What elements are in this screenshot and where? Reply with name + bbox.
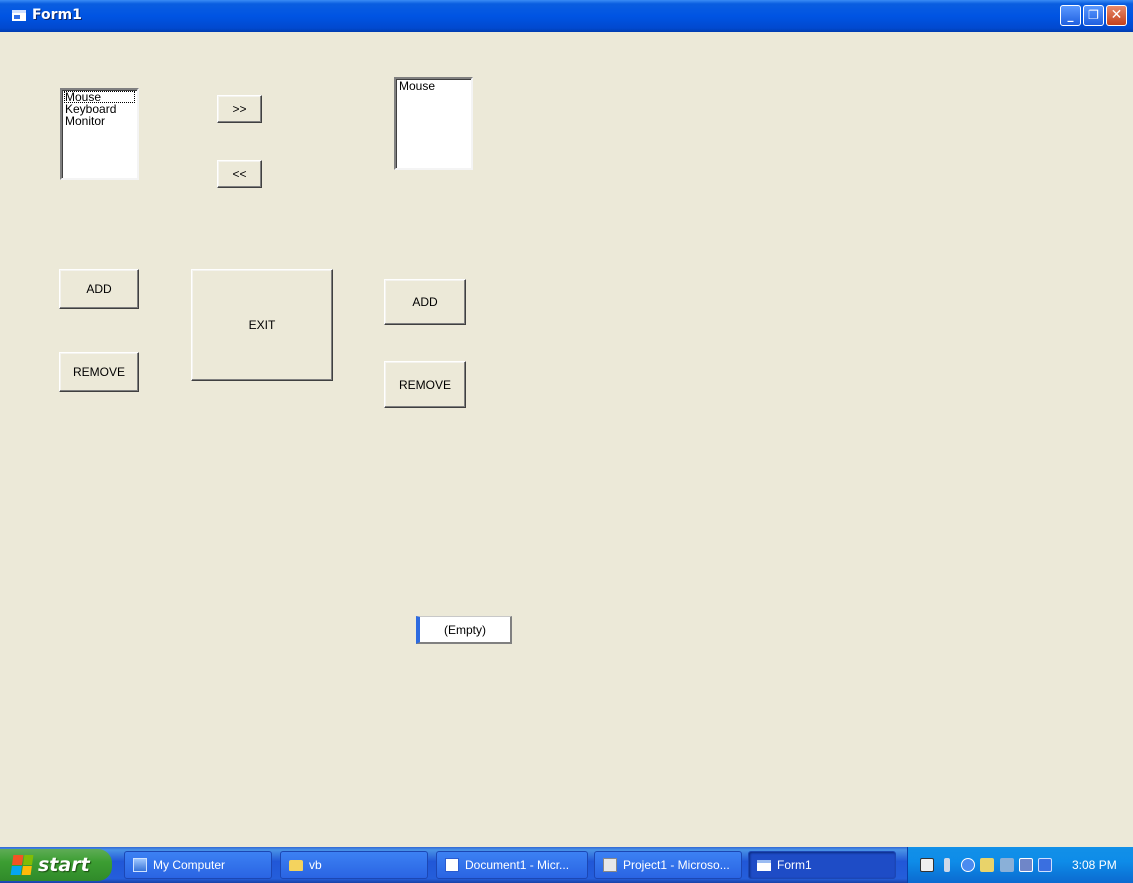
list-item[interactable]: Monitor (64, 115, 135, 127)
taskbar-item-label: vb (309, 858, 322, 872)
show-hidden-icons-icon[interactable] (961, 858, 975, 872)
network-icon[interactable] (980, 858, 994, 872)
exit-button[interactable]: EXIT (191, 269, 333, 381)
form-client-area: Mouse Keyboard Monitor >> << Mouse ADD R… (8, 32, 1133, 847)
form-icon (757, 859, 771, 871)
taskbar-item-label: Project1 - Microso... (623, 858, 730, 872)
taskbar-item-label: Form1 (777, 858, 812, 872)
minimize-button[interactable]: _ (1060, 5, 1081, 26)
close-icon: ✕ (1110, 7, 1123, 23)
restore-icon: ❐ (1088, 8, 1099, 22)
language-bar-icon[interactable] (944, 858, 950, 872)
right-listbox[interactable]: Mouse (394, 77, 473, 170)
taskbar-item-document1[interactable]: Document1 - Micr... (436, 851, 588, 879)
taskbar-item-label: Document1 - Micr... (465, 858, 570, 872)
left-listbox[interactable]: Mouse Keyboard Monitor (60, 88, 139, 180)
help-icon[interactable] (920, 858, 934, 872)
taskbar-item-vb[interactable]: vb (280, 851, 428, 879)
windows-logo-icon (10, 855, 34, 875)
window-title: Form1 (32, 7, 82, 23)
taskbar-item-project1[interactable]: Project1 - Microso... (594, 851, 742, 879)
window-title-bar[interactable]: Form1 _ ❐ ✕ (0, 0, 1133, 32)
taskbar: start My Computer vb Document1 - Micr...… (0, 847, 1133, 883)
word-document-icon (445, 858, 459, 872)
vb-project-icon (603, 858, 617, 872)
left-add-button[interactable]: ADD (59, 269, 139, 309)
computer-icon (133, 858, 147, 872)
left-remove-button[interactable]: REMOVE (59, 352, 139, 392)
folder-icon (289, 859, 303, 871)
start-label: start (38, 854, 90, 876)
close-button[interactable]: ✕ (1106, 5, 1127, 26)
display-icon[interactable] (1038, 858, 1052, 872)
taskbar-item-my-computer[interactable]: My Computer (124, 851, 272, 879)
taskbar-item-form1[interactable]: Form1 (748, 851, 896, 879)
minimize-icon: _ (1067, 8, 1074, 22)
taskbar-clock[interactable]: 3:08 PM (1072, 858, 1117, 872)
restore-button[interactable]: ❐ (1083, 5, 1104, 26)
right-remove-button[interactable]: REMOVE (384, 361, 466, 408)
right-add-button[interactable]: ADD (384, 279, 466, 325)
start-button[interactable]: start (0, 849, 112, 881)
antivirus-icon[interactable] (1019, 858, 1033, 872)
move-right-button[interactable]: >> (217, 95, 262, 123)
empty-indicator-box[interactable]: (Empty) (416, 616, 512, 644)
move-left-button[interactable]: << (217, 160, 262, 188)
list-item[interactable]: Mouse (398, 80, 469, 92)
safely-remove-hardware-icon[interactable] (1000, 858, 1014, 872)
form-window-icon[interactable] (12, 10, 26, 21)
taskbar-item-label: My Computer (153, 858, 226, 872)
